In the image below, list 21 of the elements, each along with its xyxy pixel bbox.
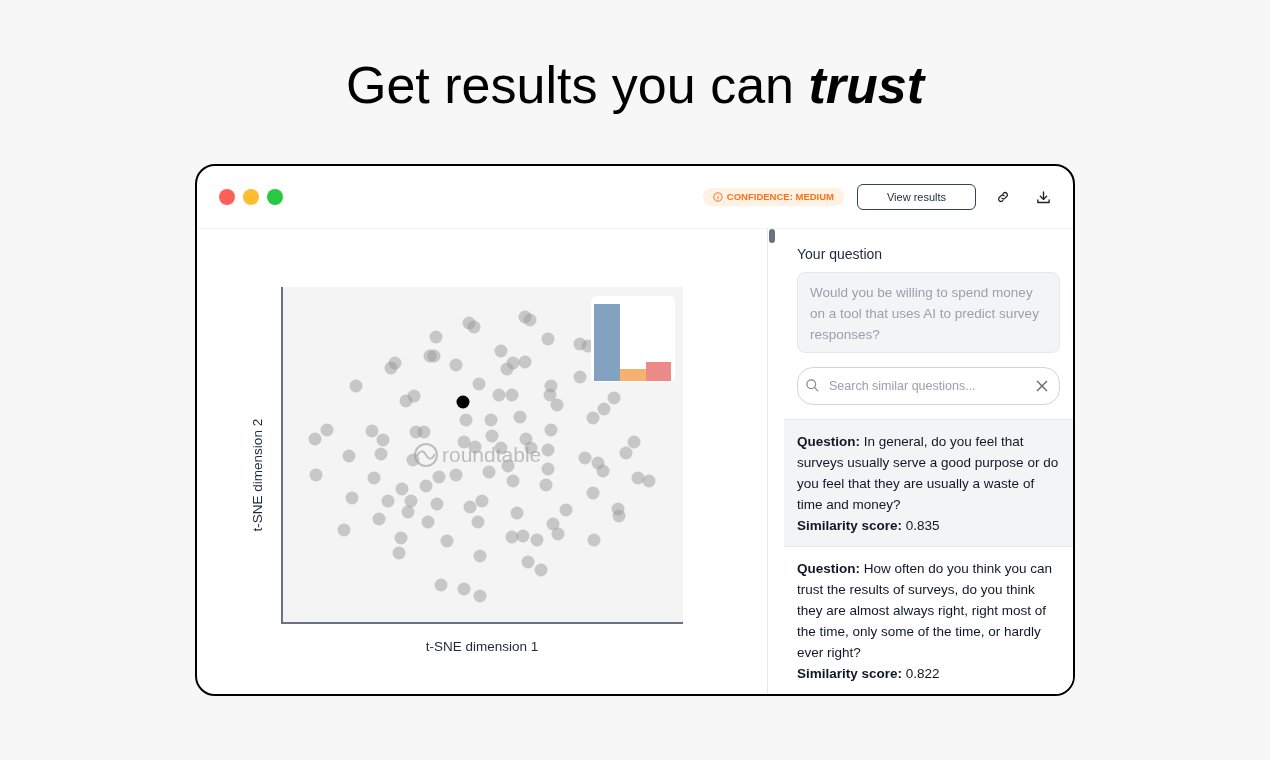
search-icon (805, 378, 820, 393)
view-results-button[interactable]: View results (857, 184, 976, 210)
similarity-score: Similarity score: 0.835 (797, 517, 941, 535)
confidence-label: CONFIDENCE: MEDIUM (726, 189, 834, 204)
result-question: Question: In general, do you feel that surveys usually serve a good purpose or do you feel that they are usually a waste of time and money? (797, 433, 1060, 514)
download-icon[interactable] (1036, 189, 1051, 205)
scrollbar[interactable] (767, 229, 776, 694)
link-icon[interactable] (996, 190, 1010, 204)
y-axis-label: t-SNE dimension 2 (248, 418, 266, 532)
logo-icon (413, 441, 439, 468)
result-item[interactable]: Question: In general, do you feel that surveys usually serve a good purpose or do you feel that they are usually a waste of time and money? Similarity score: 0.835 (784, 419, 1073, 546)
headline: Get results you can trust (346, 55, 924, 116)
info-icon (712, 192, 723, 202)
result-question: Question: How often do you think you can trust the results of surveys, do you think they are almost always right, right most of the time, only some of the time, or hardly ever right? (797, 560, 1054, 662)
question-label: Your question (797, 245, 884, 264)
clear-icon[interactable] (1036, 380, 1048, 392)
search-field[interactable]: Search similar questions... (797, 367, 1060, 405)
scrollbar-thumb[interactable] (769, 229, 775, 243)
x-axis-label: t-SNE dimension 1 (425, 638, 539, 656)
similarity-score: Similarity score: 0.822 (797, 665, 941, 683)
result-item[interactable] (784, 546, 1073, 694)
